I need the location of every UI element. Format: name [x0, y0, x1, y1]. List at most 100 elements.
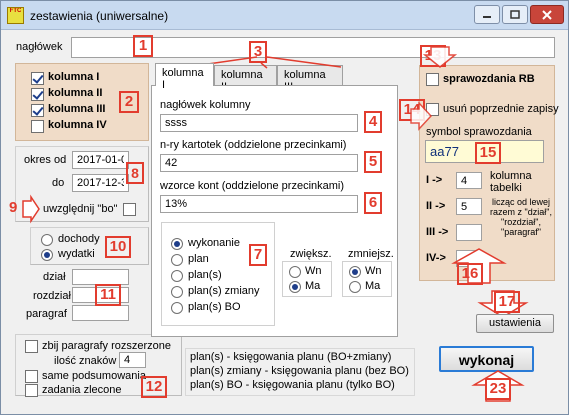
map-1-input[interactable] — [456, 172, 482, 189]
summary-only-label: same podsumowania — [42, 370, 146, 382]
marker-5: 5 — [364, 151, 382, 173]
value-type-group: wykonanie plan plan(s) plan(s) zmiany pl… — [161, 222, 275, 326]
column-3-label: kolumna III — [48, 103, 106, 115]
close-button[interactable] — [530, 5, 564, 24]
column-1-label: kolumna I — [48, 71, 100, 83]
column-header-input[interactable] — [160, 114, 358, 132]
decrease-wn-radio[interactable] — [349, 266, 361, 278]
execute-button[interactable]: wykonaj — [439, 346, 534, 372]
paragraf-input[interactable] — [72, 305, 129, 321]
settings-button[interactable]: ustawienia — [476, 314, 554, 333]
type-plans-changes-label: plan(s) zmiany — [188, 285, 260, 297]
column-3-checkbox[interactable] — [31, 104, 44, 117]
marker-10: 10 — [105, 236, 131, 258]
include-bo-label: uwzględnij "bo" — [43, 203, 118, 215]
expense-label: wydatki — [58, 248, 95, 260]
increase-ma-label: Ma — [305, 280, 321, 292]
increase-group: Wn Ma — [282, 261, 332, 297]
type-plans-radio[interactable] — [171, 270, 183, 282]
date-to-input[interactable] — [72, 174, 129, 192]
marker-9-arrow-icon — [22, 194, 40, 224]
marker-6: 6 — [364, 192, 382, 214]
paragraf-label: paragraf — [26, 308, 67, 320]
decrease-group: Wn Ma — [342, 261, 392, 297]
marker-14-arrow-icon — [410, 101, 433, 131]
column-4-checkbox[interactable] — [31, 120, 44, 133]
dzial-label: dział — [43, 271, 66, 283]
increase-ma-radio[interactable] — [289, 281, 301, 293]
marker-2: 2 — [119, 91, 139, 113]
accounts-input[interactable] — [160, 195, 358, 213]
type-plans-changes-radio[interactable] — [171, 286, 183, 298]
map-2-input[interactable] — [456, 198, 482, 215]
delegated-tasks-label: zadania zlecone — [42, 384, 122, 396]
marker-17: 17 — [494, 291, 520, 313]
date-to-label: do — [52, 177, 65, 189]
increase-wn-label: Wn — [305, 265, 322, 277]
marker-11: 11 — [95, 284, 121, 306]
marker-7: 7 — [249, 244, 267, 266]
marker-23: 23 — [485, 378, 511, 400]
type-plan-label: plan — [188, 253, 209, 265]
include-bo-checkbox[interactable] — [123, 203, 136, 216]
type-execution-label: wykonanie — [188, 237, 240, 249]
column-2-checkbox[interactable] — [31, 88, 44, 101]
maximize-button[interactable] — [502, 5, 528, 24]
report-symbol-label: symbol sprawozdania — [426, 126, 532, 138]
map-3-input[interactable] — [456, 224, 482, 241]
decrease-ma-label: Ma — [365, 280, 381, 292]
merge-paragraphs-checkbox[interactable] — [25, 340, 38, 353]
marker-12: 12 — [141, 376, 167, 398]
marker-13-arrow-icon — [422, 46, 458, 68]
merge-paragraphs-label: zbij paragrafy rozszerzone — [42, 340, 172, 352]
column-4-label: kolumna IV — [48, 119, 107, 131]
legend-line-3: plan(s) BO - księgowania planu (tylko BO… — [190, 379, 395, 391]
app-window: FTC zestawienia (uniwersalne) nagłówek 1… — [0, 0, 569, 415]
marker-16: 16 — [457, 263, 483, 285]
column-1-checkbox[interactable] — [31, 72, 44, 85]
income-radio[interactable] — [41, 234, 53, 246]
summary-only-checkbox[interactable] — [25, 370, 38, 383]
marker-4: 4 — [364, 111, 382, 133]
type-execution-radio[interactable] — [171, 238, 183, 250]
table-column-note: kolumna tabelki — [490, 170, 532, 194]
minimize-button[interactable] — [474, 5, 500, 24]
delegated-tasks-checkbox[interactable] — [25, 384, 38, 397]
chars-count-input[interactable] — [119, 352, 146, 368]
type-plan-radio[interactable] — [171, 254, 183, 266]
delete-previous-label: usuń poprzednie zapisy — [443, 103, 559, 115]
type-plans-label: plan(s) — [188, 269, 222, 281]
decrease-ma-radio[interactable] — [349, 281, 361, 293]
marker-8: 8 — [126, 162, 144, 184]
map-3-label: III -> — [426, 226, 449, 238]
column-count-note: licząc od lewej razem z "dział", "rozdzi… — [490, 197, 552, 237]
chars-count-label: ilość znaków — [54, 355, 117, 367]
cards-label: n-ry kartotek (oddzielone przecinkami) — [160, 139, 347, 151]
maximize-icon — [510, 9, 520, 19]
type-plans-bo-label: plan(s) BO — [188, 301, 241, 313]
increase-wn-radio[interactable] — [289, 266, 301, 278]
rozdzial-label: rozdział — [33, 290, 71, 302]
type-plans-bo-radio[interactable] — [171, 302, 183, 314]
column-editor-panel: nagłówek kolumny n-ry kartotek (oddzielo… — [151, 85, 398, 337]
legend-panel: plan(s) - księgowania planu (BO+zmiany) … — [185, 348, 415, 396]
date-from-label: okres od — [24, 154, 67, 166]
cards-input[interactable] — [160, 154, 358, 172]
expense-radio[interactable] — [41, 249, 53, 261]
dzial-input[interactable] — [72, 269, 129, 285]
column-2-label: kolumna II — [48, 87, 103, 99]
date-from-input[interactable] — [72, 151, 129, 169]
legend-line-2: plan(s) zmiany - księgowania planu (bez … — [190, 365, 409, 377]
header-label: nagłówek — [16, 41, 63, 53]
decrease-wn-label: Wn — [365, 265, 382, 277]
marker-15: 15 — [475, 142, 501, 164]
marker-9: 9 — [9, 199, 18, 216]
close-icon — [542, 9, 552, 20]
income-label: dochody — [58, 233, 100, 245]
reports-rb-checkbox[interactable] — [426, 73, 439, 86]
accounts-label: wzorce kont (oddzielone przecinkami) — [160, 180, 345, 192]
tab-column-1[interactable]: kolumna I — [155, 63, 214, 91]
legend-line-1: plan(s) - księgowania planu (BO+zmiany) — [190, 351, 392, 363]
increase-label: zwiększ. — [290, 248, 332, 260]
income-panel: dochody wydatki — [30, 227, 149, 265]
